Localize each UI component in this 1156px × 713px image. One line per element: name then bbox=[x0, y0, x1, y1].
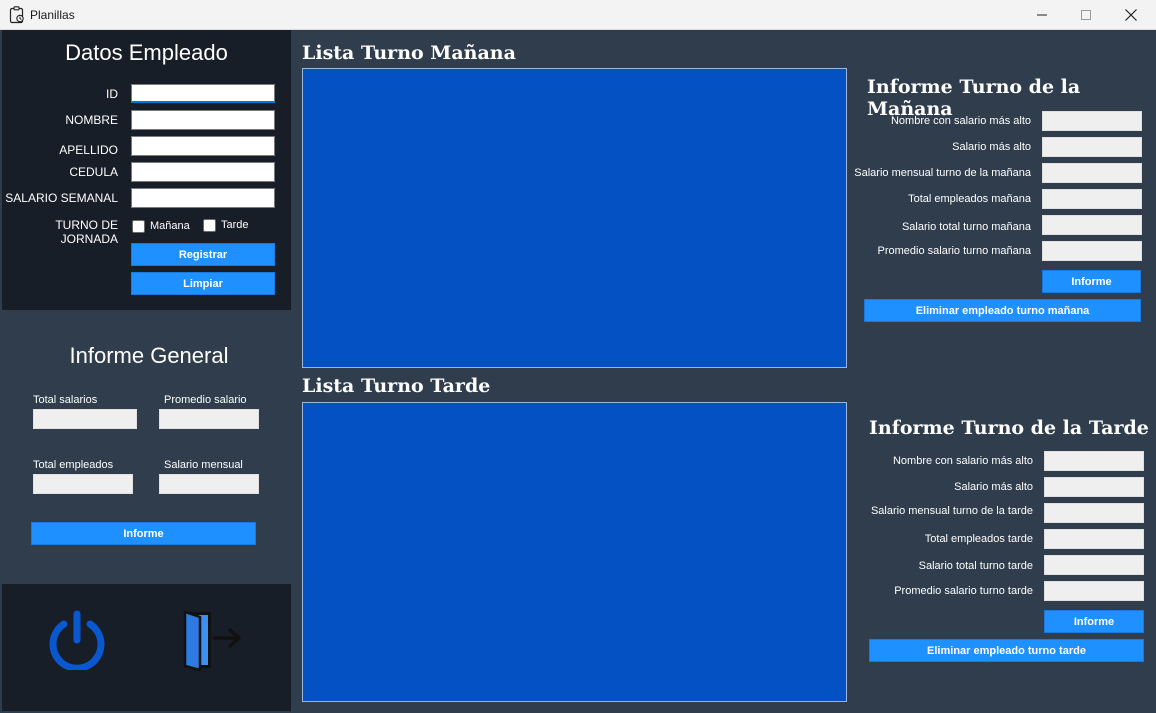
total-salarios-field[interactable] bbox=[33, 409, 137, 429]
eliminar-manana-button[interactable]: Eliminar empleado turno mañana bbox=[864, 299, 1141, 322]
manana-total-empleados-label: Total empleados mañana bbox=[908, 193, 1031, 205]
informe-general-title: Informe General bbox=[69, 343, 229, 368]
salario-semanal-input[interactable] bbox=[131, 188, 275, 208]
apellido-input[interactable] bbox=[131, 136, 275, 156]
informe-general-button[interactable]: Informe bbox=[31, 522, 256, 545]
salario-semanal-label: SALARIO SEMANAL bbox=[5, 191, 118, 205]
id-label: ID bbox=[106, 87, 118, 101]
tarde-promedio-salario-label: Promedio salario turno tarde bbox=[894, 585, 1033, 597]
promedio-salario-label: Promedio salario bbox=[164, 394, 247, 406]
tarde-checkbox-label: Tarde bbox=[221, 219, 249, 231]
manana-checkbox-label: Mañana bbox=[150, 220, 190, 232]
manana-promedio-salario-field[interactable] bbox=[1042, 241, 1142, 261]
tarde-salario-alto-field[interactable] bbox=[1044, 477, 1144, 497]
title-bar[interactable]: Planillas bbox=[0, 0, 1156, 30]
maximize-icon bbox=[1081, 10, 1091, 20]
manana-salario-alto-field[interactable] bbox=[1042, 137, 1142, 157]
exit-door-icon[interactable] bbox=[180, 608, 244, 672]
informe-tarde-title: Informe Turno de la Tarde bbox=[869, 417, 1149, 439]
manana-promedio-salario-label: Promedio salario turno mañana bbox=[877, 245, 1031, 257]
nombre-label: NOMBRE bbox=[65, 113, 118, 127]
tarde-salario-mensual-field[interactable] bbox=[1044, 503, 1144, 523]
manana-salario-mensual-field[interactable] bbox=[1042, 163, 1142, 183]
tarde-promedio-salario-field[interactable] bbox=[1044, 581, 1144, 601]
manana-nombre-salario-alto-field[interactable] bbox=[1042, 111, 1142, 131]
minimize-button[interactable] bbox=[1019, 0, 1065, 30]
close-button[interactable] bbox=[1108, 0, 1154, 30]
eliminar-tarde-button[interactable]: Eliminar empleado turno tarde bbox=[869, 639, 1144, 662]
maximize-button[interactable] bbox=[1063, 0, 1109, 30]
total-empleados-field[interactable] bbox=[33, 474, 133, 494]
bottom-icon-panel bbox=[2, 584, 291, 711]
lista-tarde-listbox[interactable] bbox=[302, 402, 847, 702]
tarde-total-empleados-label: Total empleados tarde bbox=[924, 533, 1033, 545]
tarde-nombre-salario-alto-label: Nombre con salario más alto bbox=[892, 455, 1033, 467]
informe-tarde-button[interactable]: Informe bbox=[1044, 610, 1144, 633]
total-salarios-label: Total salarios bbox=[33, 394, 98, 406]
manana-total-empleados-field[interactable] bbox=[1042, 189, 1142, 209]
id-input[interactable] bbox=[131, 84, 275, 103]
minimize-icon bbox=[1037, 14, 1047, 16]
manana-nombre-salario-alto-label: Nombre con salario más alto bbox=[890, 115, 1031, 127]
salario-mensual-field[interactable] bbox=[159, 474, 259, 494]
promedio-salario-field[interactable] bbox=[159, 409, 259, 429]
turno-jornada-label: TURNO DE JORNADA bbox=[55, 218, 118, 246]
tarde-total-empleados-field[interactable] bbox=[1044, 529, 1144, 549]
registrar-button[interactable]: Registrar bbox=[131, 243, 275, 266]
tarde-salario-total-label: Salario total turno tarde bbox=[918, 560, 1033, 572]
tarde-nombre-salario-alto-field[interactable] bbox=[1044, 451, 1144, 471]
limpiar-button[interactable]: Limpiar bbox=[131, 272, 275, 295]
manana-salario-total-label: Salario total turno mañana bbox=[901, 221, 1031, 233]
cedula-label: CEDULA bbox=[69, 165, 118, 179]
tarde-checkbox[interactable] bbox=[203, 219, 216, 232]
manana-checkbox[interactable] bbox=[132, 220, 145, 233]
manana-salario-alto-label: Salario más alto bbox=[952, 141, 1031, 153]
tarde-salario-mensual-label: Salario mensual turno de la tarde bbox=[870, 505, 1033, 517]
manana-salario-mensual-label: Salario mensual turno de la mañana bbox=[854, 167, 1031, 179]
lista-tarde-title: Lista Turno Tarde bbox=[302, 375, 491, 397]
lista-manana-listbox[interactable] bbox=[302, 68, 847, 368]
nombre-input[interactable] bbox=[131, 110, 275, 130]
total-empleados-label: Total empleados bbox=[33, 459, 114, 471]
salario-mensual-label: Salario mensual bbox=[164, 459, 243, 471]
close-icon bbox=[1125, 9, 1137, 21]
power-icon[interactable] bbox=[47, 610, 107, 670]
tarde-salario-alto-label: Salario más alto bbox=[954, 481, 1033, 493]
cedula-input[interactable] bbox=[131, 162, 275, 182]
manana-salario-total-field[interactable] bbox=[1042, 215, 1142, 235]
window-title: Planillas bbox=[30, 8, 75, 22]
datos-empleado-title: Datos Empleado bbox=[65, 40, 228, 65]
clipboard-icon bbox=[9, 6, 24, 24]
tarde-salario-total-field[interactable] bbox=[1044, 555, 1144, 575]
lista-manana-title: Lista Turno Mañana bbox=[302, 42, 516, 64]
apellido-label: APELLIDO bbox=[59, 143, 118, 157]
informe-manana-button[interactable]: Informe bbox=[1042, 270, 1141, 293]
